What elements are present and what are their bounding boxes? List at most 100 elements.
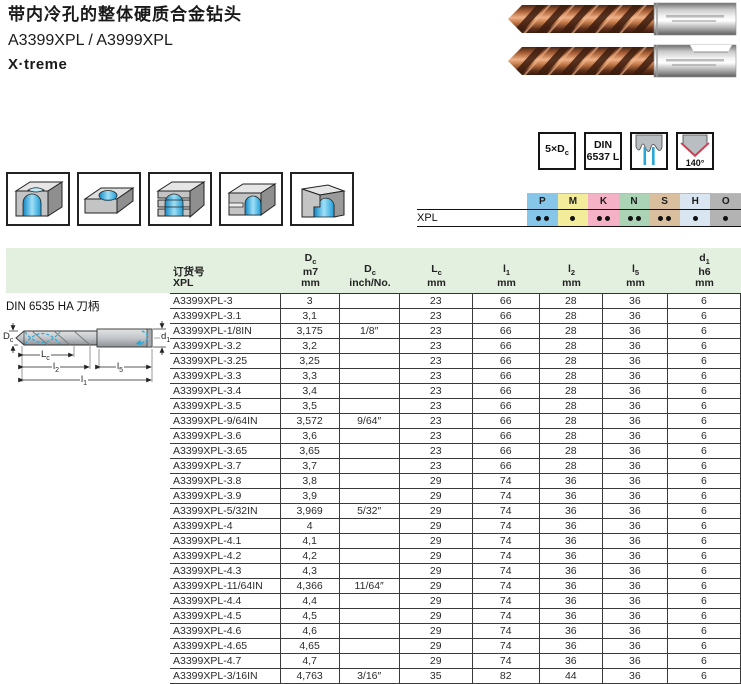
spec-value-cell: 6 — [667, 639, 740, 654]
spec-value-cell: 6 — [667, 669, 740, 684]
spec-value-cell: 36 — [602, 399, 667, 414]
order-number-cell: A3399XPL-3 — [170, 294, 280, 309]
spec-value-cell: 3,65 — [280, 444, 339, 459]
product-photos — [506, 2, 738, 87]
spec-value-cell: 28 — [539, 369, 602, 384]
material-group-P: P — [527, 194, 558, 209]
rating-dot — [723, 216, 728, 221]
spec-value-cell: 28 — [539, 444, 602, 459]
spec-value-cell: 36 — [602, 429, 667, 444]
spec-value-cell: 3,1 — [280, 309, 339, 324]
spec-value-cell: 36 — [602, 534, 667, 549]
din-line2: 6537 L — [587, 151, 620, 163]
spec-value-cell: 36 — [602, 474, 667, 489]
rating-dot — [693, 216, 698, 221]
spec-value-cell: 36 — [539, 594, 602, 609]
spec-value-cell: 74 — [472, 609, 539, 624]
spec-value-cell: 74 — [472, 504, 539, 519]
spec-value-cell: 28 — [539, 339, 602, 354]
table-row: A3399XPL-33236628366 — [170, 294, 741, 309]
order-number-cell: A3399XPL-3.3 — [170, 369, 280, 384]
spec-value-cell — [339, 564, 399, 579]
spec-value-cell: 35 — [399, 669, 472, 684]
spec-value-cell: 36 — [539, 519, 602, 534]
point-angle-icon: 140° — [676, 132, 714, 170]
spec-value-cell: 36 — [602, 504, 667, 519]
spec-value-cell: 36 — [539, 654, 602, 669]
spec-value-cell: 36 — [602, 669, 667, 684]
spec-value-cell: 36 — [602, 624, 667, 639]
material-group-M: M — [558, 194, 589, 209]
spec-value-cell: 29 — [399, 594, 472, 609]
spec-value-cell: 6 — [667, 609, 740, 624]
rating-dot — [536, 216, 541, 221]
order-number-cell: A3399XPL-4.4 — [170, 594, 280, 609]
feature-icon-row: 5×Dc DIN 6537 L 140° — [538, 132, 714, 170]
spec-value-cell: 6 — [667, 504, 740, 519]
spec-value-cell — [339, 309, 399, 324]
spec-value-cell: 74 — [472, 564, 539, 579]
table-row: A3399XPL-3.93,9297436366 — [170, 489, 741, 504]
dim-label-l2: l2 — [52, 362, 60, 376]
table-row: A3399XPL-3.63,6236628366 — [170, 429, 741, 444]
spec-value-cell: 74 — [472, 489, 539, 504]
spec-value-cell: 29 — [399, 504, 472, 519]
spec-table: A3399XPL-33236628366A3399XPL-3.13,123662… — [170, 293, 741, 684]
spec-value-cell: 6 — [667, 294, 740, 309]
spec-value-cell — [339, 429, 399, 444]
spec-value-cell: 28 — [539, 429, 602, 444]
shank-type-label: DIN 6535 HA 刀柄 — [6, 298, 99, 314]
spec-value-cell — [339, 459, 399, 474]
col-header-d1: d1h6mm — [668, 253, 741, 289]
material-rating-row — [417, 210, 741, 227]
spec-value-cell: 6 — [667, 414, 740, 429]
rating-dot — [628, 216, 633, 221]
spec-value-cell: 36 — [602, 309, 667, 324]
spec-value-cell: 23 — [399, 354, 472, 369]
spec-value-cell — [339, 354, 399, 369]
spec-value-cell: 29 — [399, 654, 472, 669]
spec-value-cell: 3,7 — [280, 459, 339, 474]
table-row: A3399XPL-3.53,5236628366 — [170, 399, 741, 414]
drill-photo-whistle-notch — [508, 40, 736, 80]
dim-label-l5: l5 — [116, 362, 124, 376]
spec-value-cell: 36 — [539, 549, 602, 564]
spec-value-cell — [339, 549, 399, 564]
spec-value-cell: 36 — [602, 639, 667, 654]
spec-value-cell: 36 — [602, 294, 667, 309]
spec-value-cell — [339, 624, 399, 639]
table-row: A3399XPL-4.54,5297436366 — [170, 609, 741, 624]
stacked-plates-icon — [148, 172, 212, 226]
spec-value-cell: 66 — [472, 414, 539, 429]
spec-value-cell: 66 — [472, 429, 539, 444]
spec-table-body: A3399XPL-33236628366A3399XPL-3.13,123662… — [170, 294, 741, 684]
spec-value-cell: 36 — [602, 609, 667, 624]
spec-value-cell: 4,763 — [280, 669, 339, 684]
spec-value-cell: 3 — [280, 294, 339, 309]
spec-value-cell: 6 — [667, 474, 740, 489]
table-row: A3399XPL-3.43,4236628366 — [170, 384, 741, 399]
spec-value-cell: 36 — [539, 624, 602, 639]
spec-value-cell: 3,9 — [280, 489, 339, 504]
spec-value-cell: 6 — [667, 339, 740, 354]
spec-value-cell — [339, 369, 399, 384]
table-row: A3399XPL-1/8IN3,1751/8″236628366 — [170, 324, 741, 339]
table-row: A3399XPL-4.14,1297436366 — [170, 534, 741, 549]
spec-value-cell: 36 — [602, 384, 667, 399]
spec-value-cell: 6 — [667, 429, 740, 444]
application-icon-row — [6, 172, 354, 226]
material-group-band: PMKNSHO XPL — [417, 193, 741, 227]
dim-label-lc: Lc — [40, 350, 51, 364]
rating-dot — [544, 216, 549, 221]
table-row: A3399XPL-3/16IN4,7633/16″358244366 — [170, 669, 741, 684]
order-number-cell: A3399XPL-11/64IN — [170, 579, 280, 594]
grade-label: XPL — [417, 210, 438, 226]
whistle-notch — [690, 45, 732, 52]
spec-value-cell: 4,7 — [280, 654, 339, 669]
material-rating-S — [649, 210, 680, 226]
material-letter-row: PMKNSHO — [417, 193, 741, 210]
order-number-cell: A3399XPL-9/64IN — [170, 414, 280, 429]
spec-value-cell: 36 — [539, 504, 602, 519]
rating-dot — [570, 216, 575, 221]
spec-value-cell: 6 — [667, 459, 740, 474]
